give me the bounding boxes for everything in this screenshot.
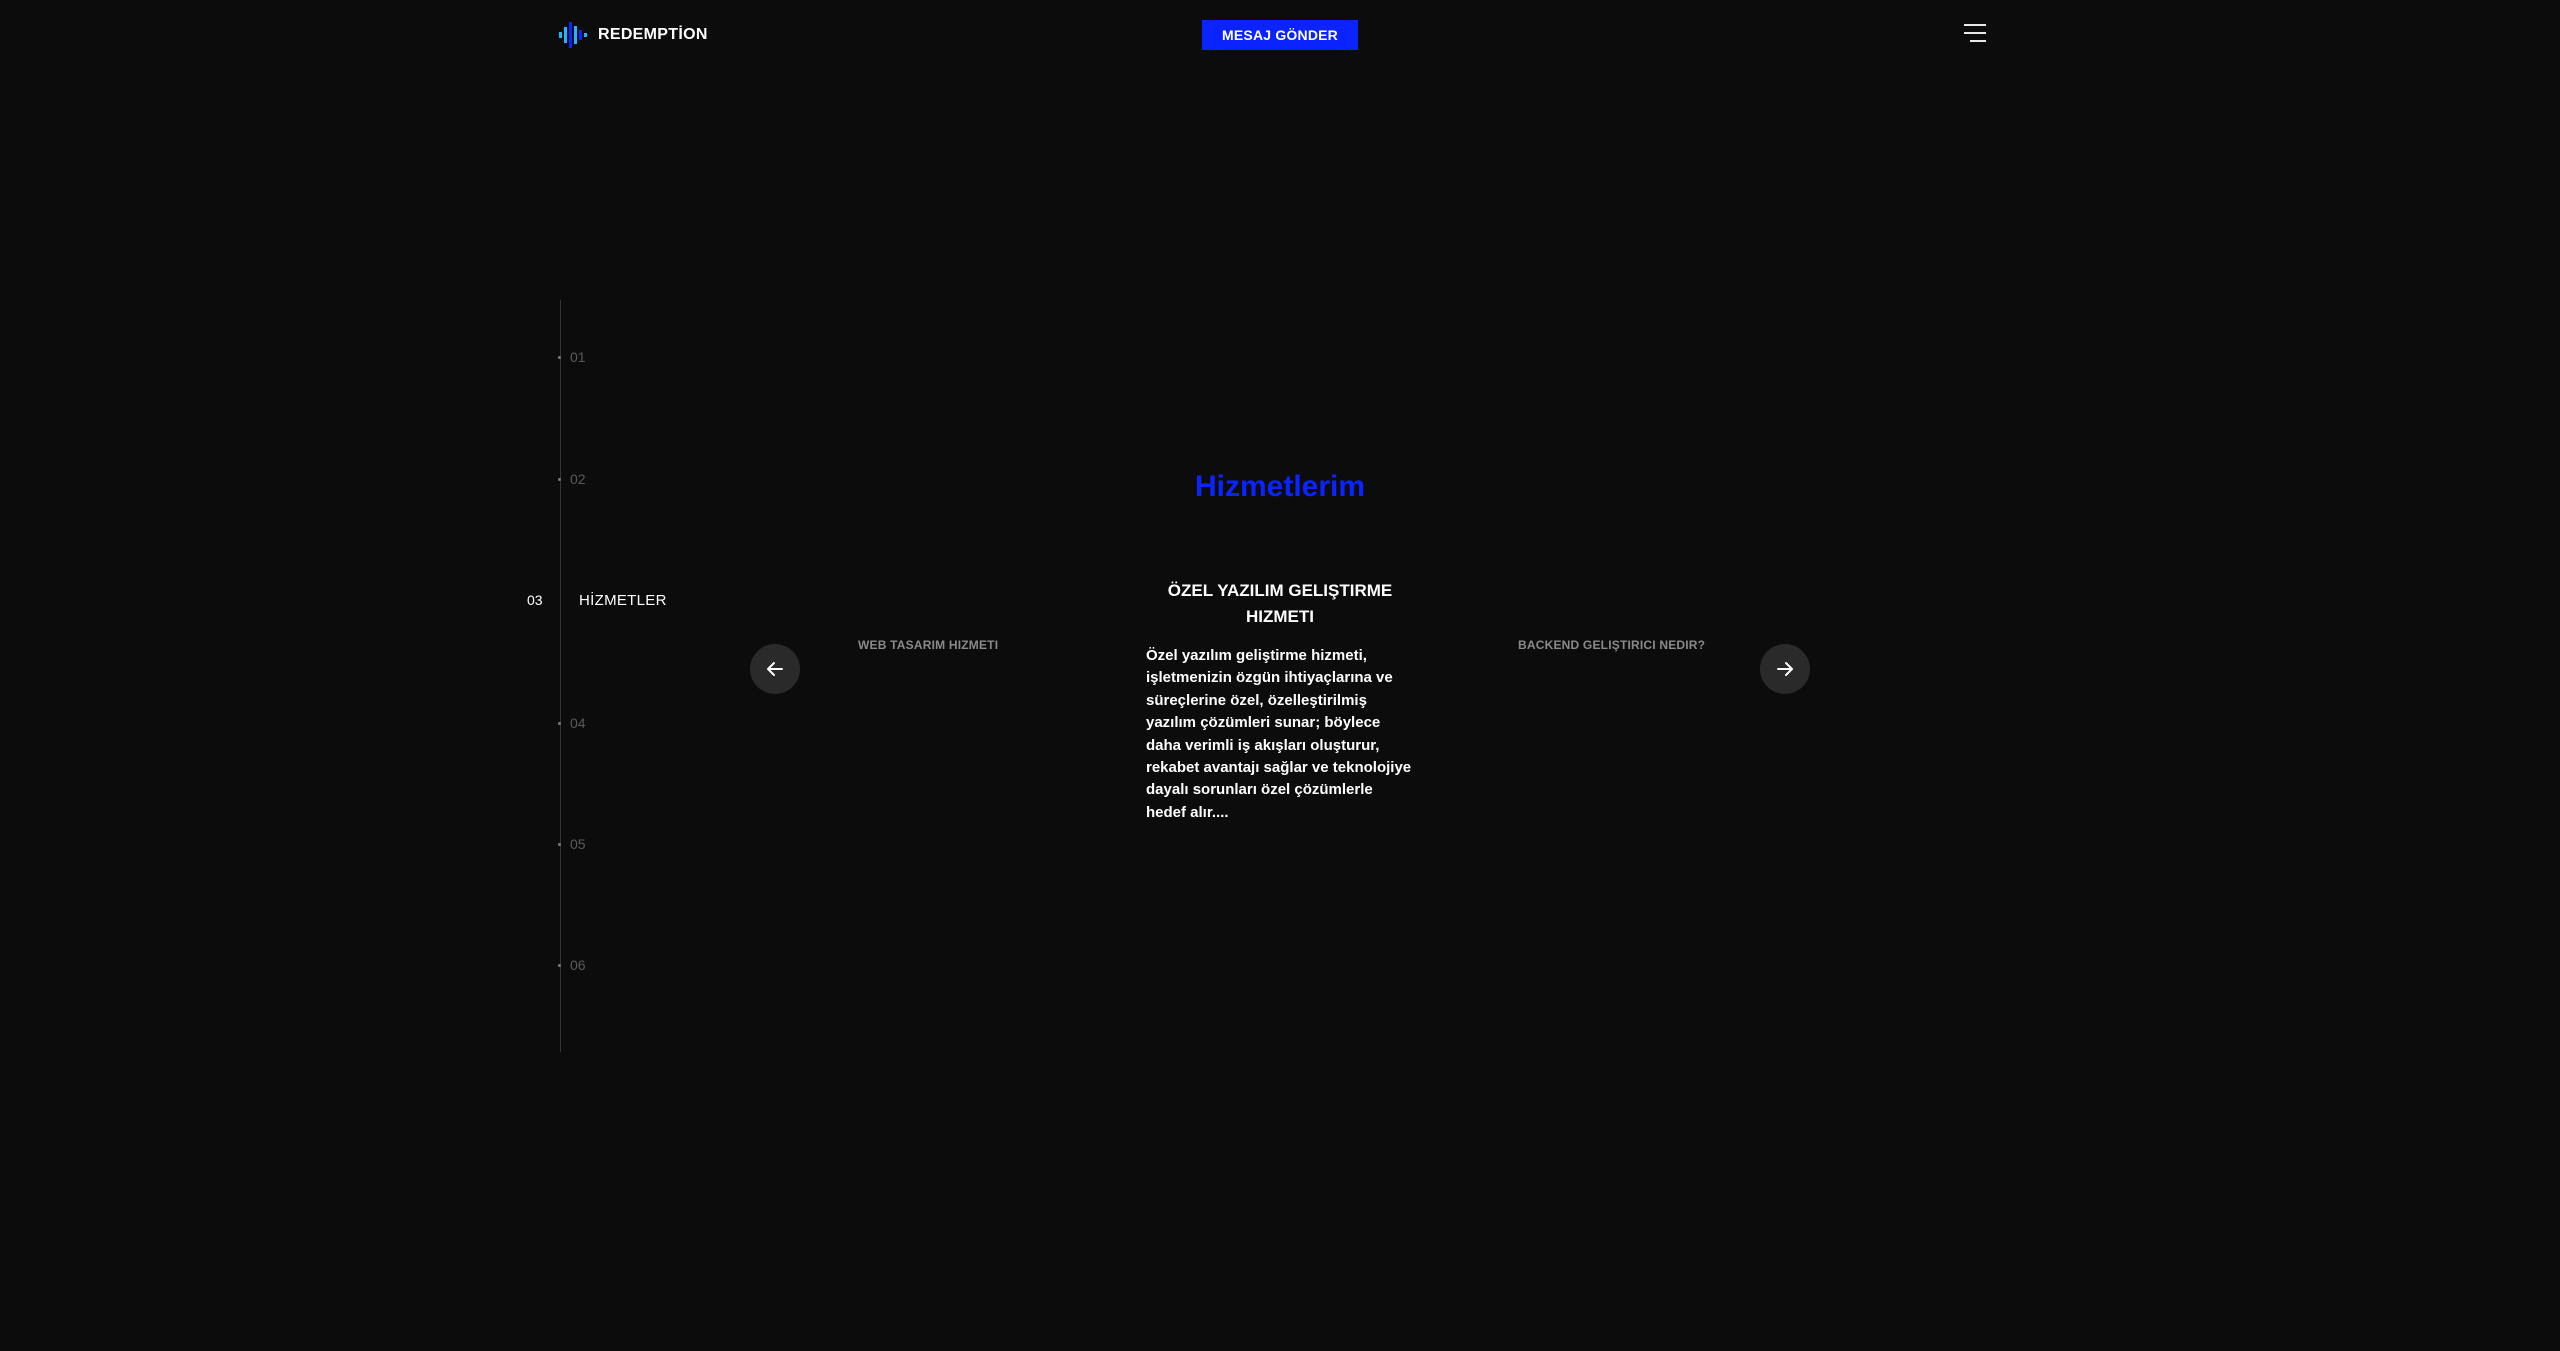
timeline-number: 01 [570, 349, 586, 365]
timeline-number: 04 [570, 715, 586, 731]
brand-logo[interactable]: REDEMPTİON [558, 22, 708, 48]
timeline-number: 02 [570, 471, 586, 487]
next-service-label[interactable]: BACKEND GELIŞTIRICI NEDIR? [1518, 638, 1705, 652]
hamburger-menu-icon[interactable] [1962, 24, 1988, 44]
timeline-number: 06 [570, 957, 586, 973]
send-message-button[interactable]: MESAJ GÖNDER [1202, 20, 1358, 50]
timeline-dot [558, 964, 561, 967]
next-slide-button[interactable] [1760, 644, 1810, 694]
soundwave-logo-icon [559, 22, 587, 48]
timeline-dot [558, 356, 561, 359]
arrow-left-icon [767, 662, 783, 676]
timeline-dot [558, 478, 561, 481]
section-title: Hizmetlerim [1194, 470, 1366, 503]
prev-slide-button[interactable] [750, 644, 800, 694]
arrow-right-icon [1777, 662, 1793, 676]
timeline-line [560, 300, 561, 1052]
brand-name: REDEMPTİON [598, 26, 708, 43]
timeline-number: 03 [527, 592, 543, 608]
timeline-number: 05 [570, 836, 586, 852]
timeline-label: HİZMETLER [579, 592, 667, 609]
service-description: Özel yazılım geliştirme hizmeti, işletme… [1146, 647, 1412, 821]
page: REDEMPTİON MESAJ GÖNDER 01 02 03 HİZMETL… [0, 0, 2560, 1351]
timeline-dot [558, 843, 561, 846]
service-title: ÖZEL YAZILIM GELIŞTIRME HIZMETI [1167, 581, 1393, 626]
timeline-dot [558, 722, 561, 725]
prev-service-label[interactable]: WEB TASARIM HIZMETI [858, 638, 998, 652]
